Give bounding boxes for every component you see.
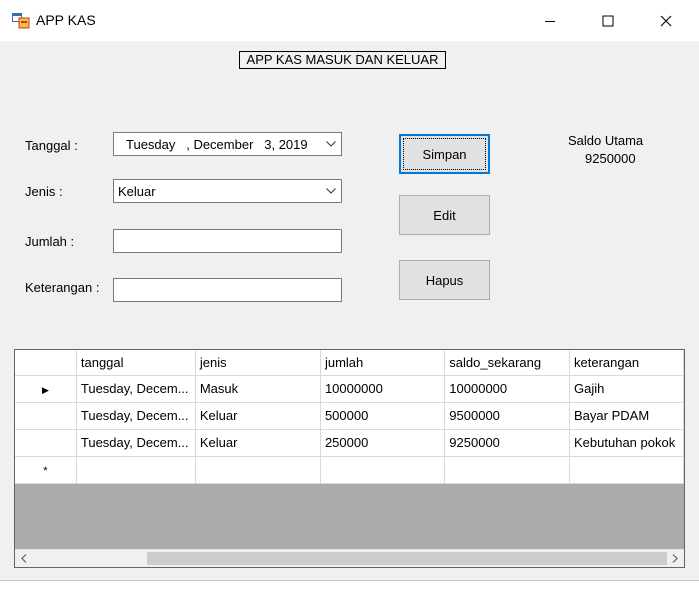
simpan-label: Simpan: [422, 146, 467, 162]
column-header-saldo-sekarang[interactable]: saldo_sekarang: [444, 350, 571, 376]
saldo-label: Saldo Utama: [568, 133, 644, 148]
table-row[interactable]: Tuesday, Decem... Keluar 250000 9250000 …: [15, 429, 684, 457]
tanggal-datepicker[interactable]: Tuesday , December 3, 2019: [113, 132, 342, 156]
hapus-button[interactable]: Hapus: [399, 260, 490, 300]
grid-corner-header: [15, 350, 77, 376]
row-header[interactable]: [15, 429, 77, 457]
table-row[interactable]: Tuesday, Decem... Keluar 500000 9500000 …: [15, 402, 684, 430]
edit-label: Edit: [433, 207, 456, 223]
cell-keterangan[interactable]: Kebutuhan pokok: [569, 429, 684, 457]
new-row[interactable]: *: [15, 456, 684, 484]
cell-jumlah[interactable]: 500000: [320, 402, 446, 430]
row-header[interactable]: [15, 402, 77, 430]
saldo-value: 9250000: [585, 151, 636, 166]
table-row[interactable]: ▶ Tuesday, Decem... Masuk 10000000 10000…: [15, 375, 684, 403]
cell-jumlah[interactable]: 250000: [320, 429, 446, 457]
scroll-right-icon[interactable]: [666, 550, 684, 567]
column-header-jumlah[interactable]: jumlah: [320, 350, 446, 376]
row-header[interactable]: ▶: [15, 375, 77, 403]
background-window-edge: [0, 580, 699, 590]
column-header-keterangan[interactable]: keterangan: [569, 350, 684, 376]
data-grid[interactable]: tanggal jenis jumlah saldo_sekarang kete…: [14, 349, 685, 568]
cell-saldo-sekarang[interactable]: 9250000: [444, 429, 571, 457]
cell-jenis[interactable]: Masuk: [195, 375, 321, 403]
simpan-button[interactable]: Simpan: [399, 134, 490, 174]
tanggal-value: Tuesday , December 3, 2019: [126, 136, 308, 152]
jenis-combobox[interactable]: Keluar: [113, 179, 342, 203]
current-row-arrow-icon: ▶: [41, 385, 49, 395]
cell-jenis[interactable]: Keluar: [195, 402, 321, 430]
maximize-button[interactable]: [579, 0, 637, 41]
jenis-label: Jenis :: [25, 184, 63, 199]
cell-empty[interactable]: [444, 456, 571, 484]
cell-saldo-sekarang[interactable]: 10000000: [444, 375, 571, 403]
cell-empty[interactable]: [76, 456, 196, 484]
maximize-icon: [602, 15, 614, 26]
cell-keterangan[interactable]: Bayar PDAM: [569, 402, 684, 430]
hapus-label: Hapus: [425, 272, 464, 288]
tanggal-label: Tanggal :: [25, 138, 78, 153]
horizontal-scrollbar[interactable]: [15, 549, 684, 567]
grid-header-row: tanggal jenis jumlah saldo_sekarang kete…: [15, 350, 684, 376]
cell-empty[interactable]: [320, 456, 446, 484]
cell-tanggal[interactable]: Tuesday, Decem...: [76, 375, 196, 403]
scroll-left-icon[interactable]: [15, 550, 33, 567]
cell-tanggal[interactable]: Tuesday, Decem...: [76, 429, 196, 457]
cell-keterangan[interactable]: Gajih: [569, 375, 684, 403]
jenis-value: Keluar: [118, 183, 156, 199]
chevron-down-icon[interactable]: [321, 141, 341, 147]
row-header[interactable]: *: [15, 456, 77, 484]
jumlah-input[interactable]: [113, 229, 342, 253]
minimize-button[interactable]: [521, 0, 579, 41]
cell-jenis[interactable]: Keluar: [195, 429, 321, 457]
cell-empty[interactable]: [569, 456, 684, 484]
column-header-tanggal[interactable]: tanggal: [76, 350, 196, 376]
cell-saldo-sekarang[interactable]: 9500000: [444, 402, 571, 430]
cell-tanggal[interactable]: Tuesday, Decem...: [76, 402, 196, 430]
window-title: APP KAS: [36, 12, 96, 28]
keterangan-input[interactable]: [113, 278, 342, 302]
column-header-jenis[interactable]: jenis: [195, 350, 321, 376]
scrollbar-thumb[interactable]: [147, 552, 667, 565]
grid-table: tanggal jenis jumlah saldo_sekarang kete…: [15, 350, 684, 484]
cell-empty[interactable]: [195, 456, 321, 484]
minimize-icon: [545, 20, 555, 22]
jumlah-label: Jumlah :: [25, 234, 75, 249]
cell-jumlah[interactable]: 10000000: [320, 375, 446, 403]
app-form-icon: [12, 13, 30, 29]
close-button[interactable]: [637, 0, 695, 41]
keterangan-label: Keterangan :: [25, 280, 100, 295]
edit-button[interactable]: Edit: [399, 195, 490, 235]
new-row-asterisk-icon: *: [43, 465, 48, 477]
title-bar[interactable]: APP KAS: [0, 0, 699, 41]
header-label: APP KAS MASUK DAN KELUAR: [239, 51, 446, 69]
close-icon: [660, 15, 672, 26]
chevron-down-icon[interactable]: [321, 188, 341, 194]
